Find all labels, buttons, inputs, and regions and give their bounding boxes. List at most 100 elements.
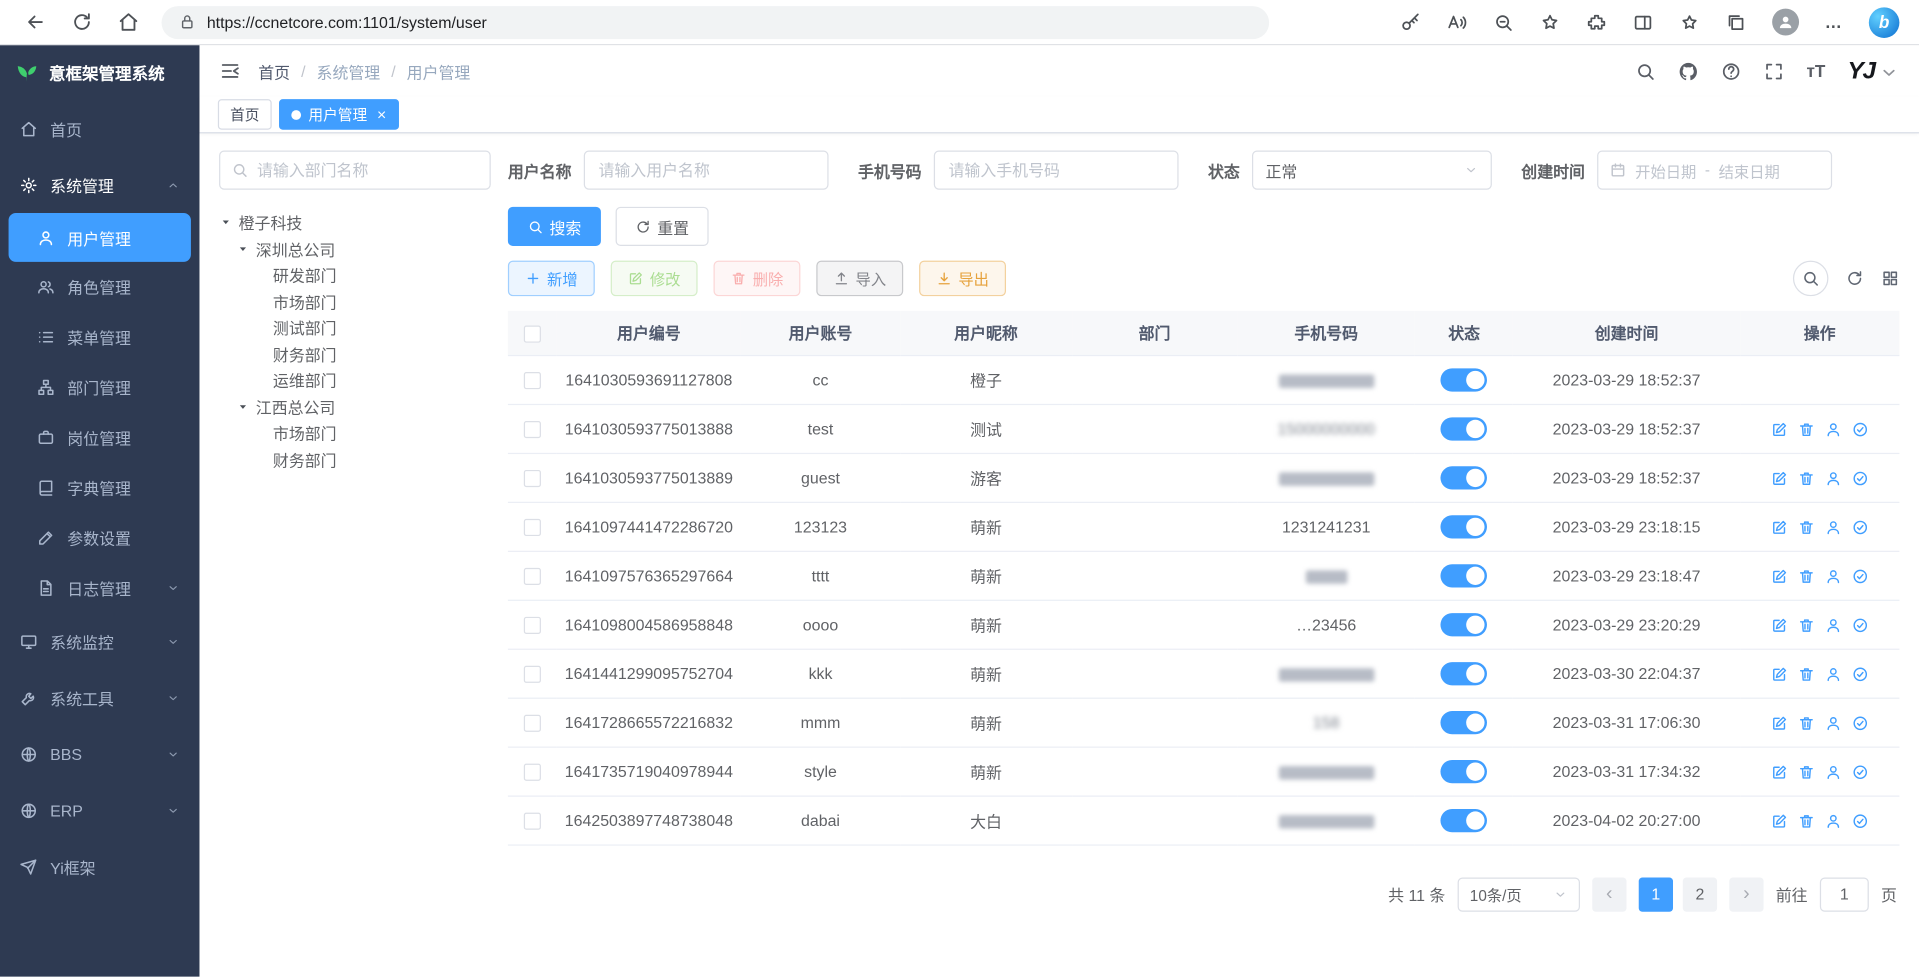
delete-button[interactable]: 删除 [714,261,801,296]
status-toggle[interactable] [1441,417,1488,440]
more-icon[interactable]: … [1825,12,1843,32]
tree-node[interactable]: 市场部门 [219,288,491,314]
read-aloud-icon[interactable] [1447,12,1468,33]
reset-password-icon[interactable] [1825,421,1842,438]
edit-icon[interactable] [1771,617,1788,634]
reset-password-icon[interactable] [1825,568,1842,585]
table-row[interactable]: 1641030593775013888test测试150000000002023… [508,404,1900,453]
delete-icon[interactable] [1798,617,1815,634]
table-row[interactable]: 1641030593691127808cc橙子2023-03-29 18:52:… [508,355,1900,404]
reset-password-icon[interactable] [1825,519,1842,536]
row-checkbox[interactable] [524,763,541,780]
page-button[interactable]: 2 [1683,877,1717,911]
font-size-icon[interactable]: тT [1807,61,1826,81]
phone-input[interactable] [934,151,1179,190]
page-button[interactable]: 1 [1639,877,1673,911]
sidebar-item-岗位管理[interactable]: 岗位管理 [0,412,199,462]
status-toggle[interactable] [1441,808,1488,831]
status-toggle[interactable] [1441,613,1488,636]
goto-page-input[interactable] [1820,877,1869,911]
tree-node[interactable]: 测试部门 [219,315,491,341]
username-input[interactable] [584,151,829,190]
split-screen-icon[interactable] [1633,12,1654,33]
edit-icon[interactable] [1771,470,1788,487]
help-icon[interactable] [1721,61,1742,82]
delete-icon[interactable] [1798,519,1815,536]
tab-home[interactable]: 首页 [218,99,272,130]
collections-icon[interactable] [1726,12,1747,33]
delete-icon[interactable] [1798,568,1815,585]
next-page-button[interactable]: › [1729,877,1763,911]
tree-node[interactable]: 财务部门 [219,341,491,367]
add-button[interactable]: 新增 [508,261,595,296]
assign-role-icon[interactable] [1851,763,1868,780]
status-toggle[interactable] [1441,564,1488,587]
status-toggle[interactable] [1441,466,1488,489]
menu-fold-icon[interactable] [219,60,241,82]
favorites-bar-icon[interactable] [1679,12,1700,33]
search-icon[interactable] [1635,61,1656,82]
sidebar-item-参数设置[interactable]: 参数设置 [0,513,199,563]
row-checkbox[interactable] [524,617,541,634]
reset-password-icon[interactable] [1825,812,1842,829]
assign-role-icon[interactable] [1851,568,1868,585]
prev-page-button[interactable]: ‹ [1592,877,1626,911]
reset-password-icon[interactable] [1825,470,1842,487]
assign-role-icon[interactable] [1851,470,1868,487]
edit-button[interactable]: 修改 [611,261,698,296]
table-row[interactable]: 1641097576365297664tttt萌新2023-03-29 23:1… [508,551,1900,600]
row-checkbox[interactable] [524,568,541,585]
assign-role-icon[interactable] [1851,666,1868,683]
assign-role-icon[interactable] [1851,421,1868,438]
table-row[interactable]: 1641728665572216832mmm萌新1582023-03-31 17… [508,698,1900,747]
sidebar-item-字典管理[interactable]: 字典管理 [0,463,199,513]
row-checkbox[interactable] [524,421,541,438]
edit-icon[interactable] [1771,812,1788,829]
assign-role-icon[interactable] [1851,714,1868,731]
search-button[interactable]: 搜索 [508,207,601,246]
sidebar-item-用户管理[interactable]: 用户管理 [9,213,191,262]
sidebar-item-ERP[interactable]: ERP [0,782,199,838]
sidebar-item-部门管理[interactable]: 部门管理 [0,362,199,412]
back-icon[interactable] [24,11,46,33]
breadcrumb-item[interactable]: 首页 [258,59,290,82]
reload-icon[interactable] [71,11,93,33]
extensions-icon[interactable] [1586,12,1607,33]
export-button[interactable]: 导出 [919,261,1006,296]
assign-role-icon[interactable] [1851,519,1868,536]
table-row[interactable]: 1641097441472286720123123萌新1231241231202… [508,502,1900,551]
user-avatar[interactable]: YJ [1847,59,1899,83]
sidebar-item-系统管理[interactable]: 系统管理 [0,157,199,213]
table-row[interactable]: 1641441299095752704kkk萌新2023-03-30 22:04… [508,649,1900,698]
row-checkbox[interactable] [524,470,541,487]
row-checkbox[interactable] [524,714,541,731]
assign-role-icon[interactable] [1851,812,1868,829]
tree-node[interactable]: 财务部门 [219,446,491,472]
tree-node[interactable]: 运维部门 [219,367,491,393]
delete-icon[interactable] [1798,470,1815,487]
edit-icon[interactable] [1771,763,1788,780]
table-row[interactable]: 1641098004586958848oooo萌新…234562023-03-2… [508,600,1900,649]
edit-icon[interactable] [1771,714,1788,731]
tree-node[interactable]: 橙子科技 [219,209,491,235]
sidebar-item-日志管理[interactable]: 日志管理 [0,563,199,613]
sidebar-item-角色管理[interactable]: 角色管理 [0,262,199,312]
edit-icon[interactable] [1771,519,1788,536]
table-row[interactable]: 1641030593775013889guest游客2023-03-29 18:… [508,453,1900,502]
home-icon[interactable] [117,11,139,33]
profile-avatar-icon[interactable] [1772,9,1799,36]
edit-icon[interactable] [1771,568,1788,585]
status-toggle[interactable] [1441,661,1488,684]
assign-role-icon[interactable] [1851,617,1868,634]
status-toggle[interactable] [1441,515,1488,538]
page-size-select[interactable]: 10条/页 [1458,877,1580,911]
row-checkbox[interactable] [524,372,541,389]
edit-icon[interactable] [1771,666,1788,683]
department-search-input[interactable] [219,151,491,190]
tree-node[interactable]: 研发部门 [219,262,491,288]
search-toggle-button[interactable] [1793,261,1828,296]
reset-password-icon[interactable] [1825,714,1842,731]
row-checkbox[interactable] [524,666,541,683]
sidebar-item-首页[interactable]: 首页 [0,100,199,156]
tree-node[interactable]: 江西总公司 [219,393,491,419]
